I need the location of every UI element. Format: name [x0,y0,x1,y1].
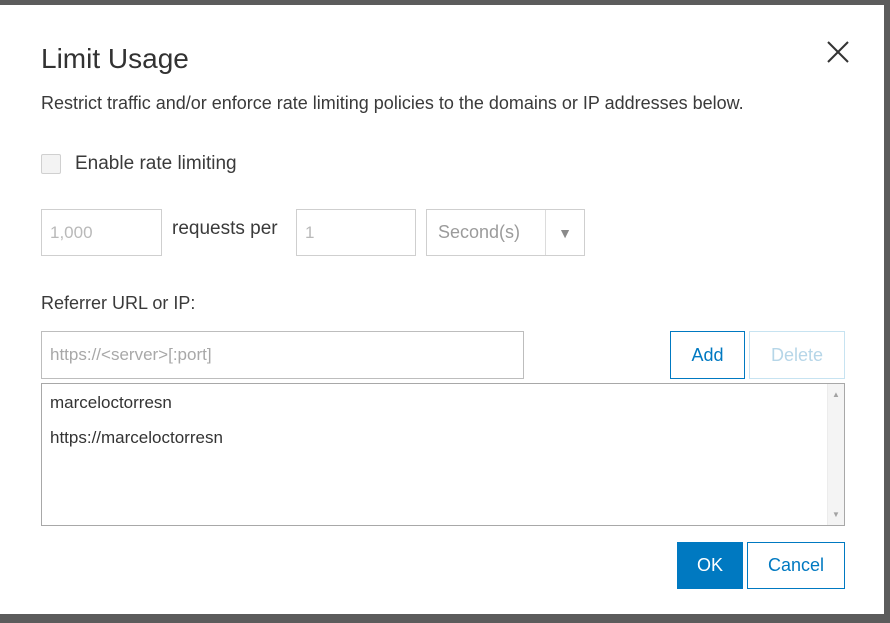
interval-input[interactable] [296,209,416,256]
limit-usage-dialog: Limit Usage Restrict traffic and/or enfo… [0,5,884,614]
cancel-button[interactable]: Cancel [747,542,845,589]
scroll-up-icon[interactable]: ▲ [828,390,844,399]
dialog-title: Limit Usage [41,43,189,74]
ok-button[interactable]: OK [677,542,743,589]
delete-button[interactable]: Delete [749,331,845,379]
triangle-down-icon: ▼ [558,224,572,241]
requests-count-input[interactable] [41,209,162,256]
enable-rate-limiting-checkbox[interactable] [41,154,61,174]
referrer-list[interactable]: marceloctorresn https://marceloctorresn … [41,383,845,526]
interval-unit-select[interactable]: Second(s) ▼ [426,209,585,256]
requests-per-label: requests per [172,218,278,239]
dialog-description: Restrict traffic and/or enforce rate lim… [41,93,744,113]
list-item[interactable]: marceloctorresn [42,384,827,419]
list-scrollbar[interactable]: ▲ ▼ [827,384,844,525]
rate-limit-row: Enable rate limiting [41,153,237,175]
close-icon[interactable] [822,36,854,68]
referrer-url-input[interactable] [41,331,524,379]
referrer-label: Referrer URL or IP: [41,293,196,313]
enable-rate-limiting-label: Enable rate limiting [75,153,237,174]
scroll-down-icon[interactable]: ▼ [828,510,844,519]
list-item[interactable]: https://marceloctorresn [42,419,827,454]
referrer-list-items: marceloctorresn https://marceloctorresn [42,384,827,525]
add-button[interactable]: Add [670,331,745,379]
interval-unit-value: Second(s) [438,222,521,242]
